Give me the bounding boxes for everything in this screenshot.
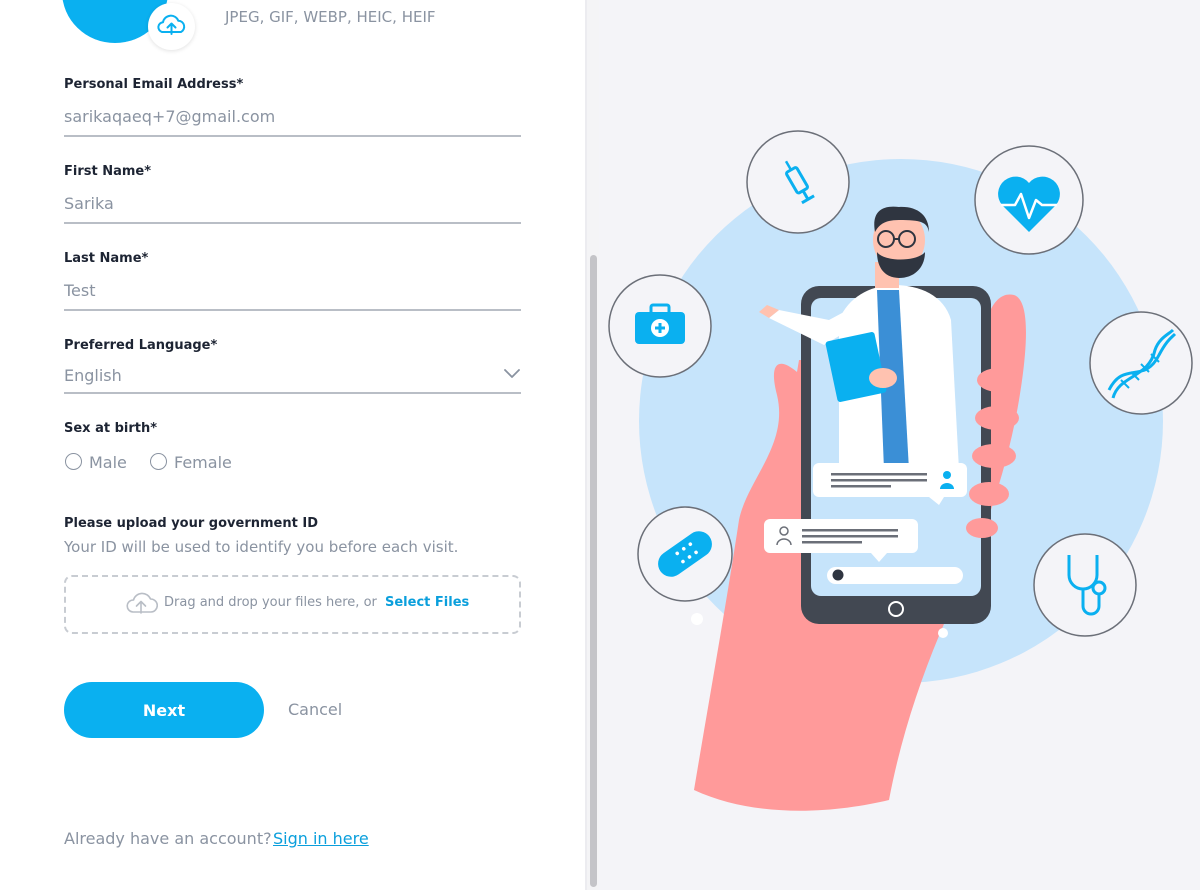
finger	[977, 368, 1021, 392]
cloud-upload-icon	[126, 592, 158, 614]
female-radio-label[interactable]: Female	[174, 453, 232, 472]
dna-icon	[1089, 311, 1193, 415]
decorative-dot	[691, 613, 703, 625]
email-field[interactable]: sarikaqaeq+7@gmail.com	[64, 107, 275, 126]
government-id-help-text: Your ID will be used to identify you bef…	[64, 538, 459, 556]
cloud-upload-icon	[157, 14, 186, 35]
accepted-formats-text: JPEG, GIF, WEBP, HEIC, HEIF	[225, 8, 436, 26]
message-input-dot	[832, 569, 844, 581]
first-name-field-underline	[64, 222, 521, 224]
male-radio[interactable]	[65, 453, 82, 470]
last-name-field-underline	[64, 309, 521, 311]
email-field-underline	[64, 135, 521, 137]
syringe-icon	[746, 130, 850, 234]
select-files-link[interactable]: Select Files	[385, 595, 469, 610]
stethoscope-icon	[1033, 533, 1137, 637]
last-name-label: Last Name*	[64, 251, 149, 266]
next-button[interactable]: Next	[64, 682, 264, 738]
last-name-field[interactable]: Test	[64, 281, 96, 300]
medical-kit-icon	[608, 274, 712, 378]
finger	[966, 518, 998, 538]
decorative-dot	[938, 628, 948, 638]
language-label: Preferred Language*	[64, 338, 218, 353]
female-radio[interactable]	[150, 453, 167, 470]
telemedicine-illustration	[608, 130, 1193, 811]
registration-form-pane	[0, 0, 585, 890]
photo-upload-button[interactable]	[148, 3, 195, 50]
finger	[969, 482, 1009, 506]
bandage-icon	[637, 506, 733, 602]
finger	[975, 406, 1019, 430]
sex-at-birth-label: Sex at birth*	[64, 421, 158, 436]
chevron-down-icon[interactable]	[503, 368, 521, 380]
dropzone-text: Drag and drop your files here, or	[164, 595, 377, 610]
already-have-account-text: Already have an account?	[64, 829, 272, 848]
email-label: Personal Email Address*	[64, 77, 244, 92]
cancel-button[interactable]: Cancel	[288, 700, 342, 719]
sign-in-link[interactable]: Sign in here	[273, 829, 369, 848]
message-input-bar	[827, 567, 963, 584]
language-select-underline	[64, 392, 521, 394]
language-select[interactable]: English	[64, 366, 122, 385]
first-name-label: First Name*	[64, 164, 152, 179]
first-name-field[interactable]: Sarika	[64, 194, 114, 213]
scrollbar-thumb[interactable]	[590, 255, 597, 887]
government-id-label: Please upload your government ID	[64, 516, 318, 531]
heart-rate-icon	[974, 145, 1084, 255]
finger	[972, 444, 1016, 468]
male-radio-label[interactable]: Male	[89, 453, 127, 472]
